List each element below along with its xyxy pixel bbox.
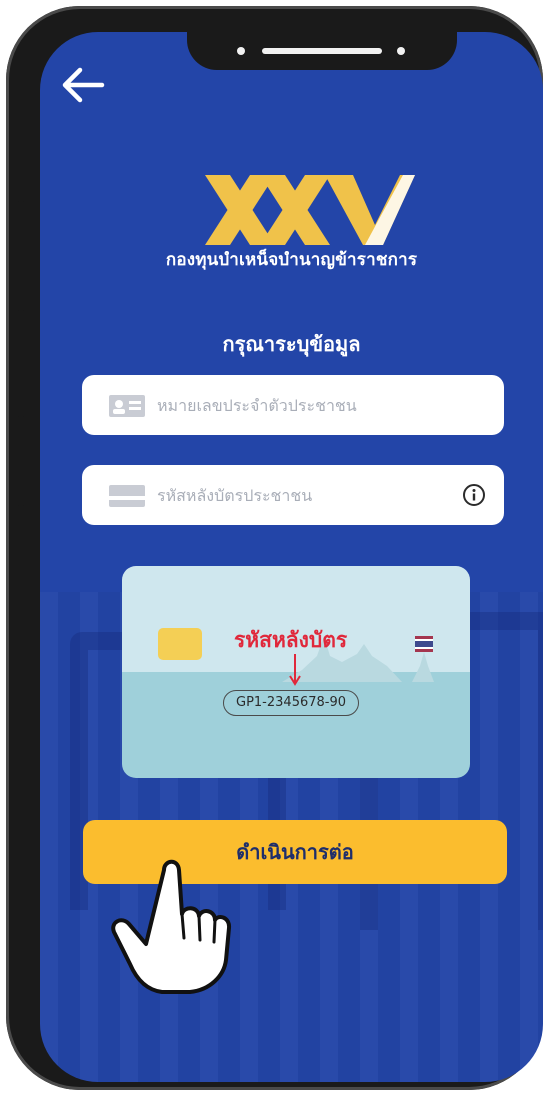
brand-logo [205, 170, 415, 250]
notch [187, 32, 457, 70]
id-number-placeholder: หมายเลขประจำตัวประชาชน [157, 396, 357, 415]
id-card-example: รหัสหลังบัตร GP1-2345678-90 [122, 566, 470, 778]
card-chip [158, 628, 202, 660]
info-icon[interactable] [462, 483, 486, 507]
arrow-left-icon [62, 67, 105, 103]
card-back-code-title: รหัสหลังบัตร [234, 628, 348, 652]
side-button [16, 416, 26, 506]
side-button [16, 201, 26, 311]
pointing-hand-icon [111, 859, 232, 994]
id-number-input[interactable]: หมายเลขประจำตัวประชาชน [82, 375, 504, 435]
thai-flag-icon [415, 636, 433, 652]
phone-frame: กองทุนบำเหน็จบำนาญข้าราชการ กรุณาระบุข้อ… [6, 6, 543, 1090]
camera-dot [397, 47, 405, 55]
card-code-label: GP1-2345678-90 [223, 690, 360, 716]
speaker [262, 48, 382, 54]
form-prompt: กรุณาระบุข้อมูล [222, 332, 361, 356]
id-card-icon [109, 395, 145, 417]
card-back-code-placeholder: รหัสหลังบัตรประชาชน [157, 486, 313, 505]
card-icon [109, 485, 145, 507]
sensor-dot [237, 47, 245, 55]
card-back-code-input[interactable]: รหัสหลังบัตรประชาชน [82, 465, 504, 525]
back-button[interactable] [58, 60, 108, 110]
app-screen: กองทุนบำเหน็จบำนาญข้าราชการ กรุณาระบุข้อ… [40, 32, 543, 1082]
arrow-down-icon [289, 654, 301, 686]
organization-name: กองทุนบำเหน็จบำนาญข้าราชการ [165, 250, 418, 270]
